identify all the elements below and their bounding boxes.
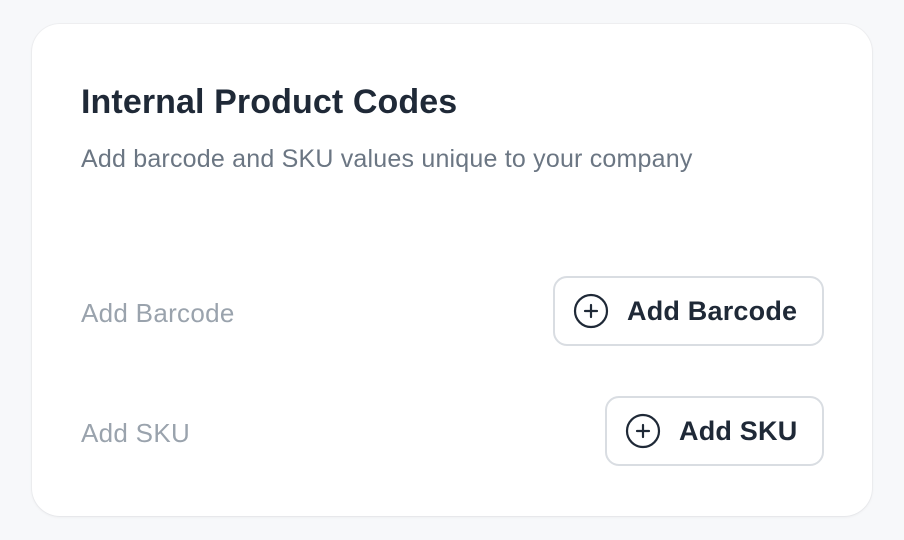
- add-sku-button[interactable]: Add SKU: [605, 396, 824, 466]
- barcode-row-label: Add Barcode: [81, 298, 235, 328]
- add-sku-button-label: Add SKU: [679, 415, 798, 446]
- card-title: Internal Product Codes: [81, 83, 458, 121]
- product-codes-card: Internal Product Codes Add barcode and S…: [32, 24, 872, 516]
- sku-row-label: Add SKU: [81, 418, 191, 448]
- add-barcode-button-label: Add Barcode: [627, 295, 798, 326]
- card-subtitle: Add barcode and SKU values unique to you…: [81, 145, 693, 173]
- plus-circle-icon: [573, 293, 609, 329]
- plus-circle-icon: [625, 413, 661, 449]
- add-barcode-button[interactable]: Add Barcode: [553, 276, 824, 346]
